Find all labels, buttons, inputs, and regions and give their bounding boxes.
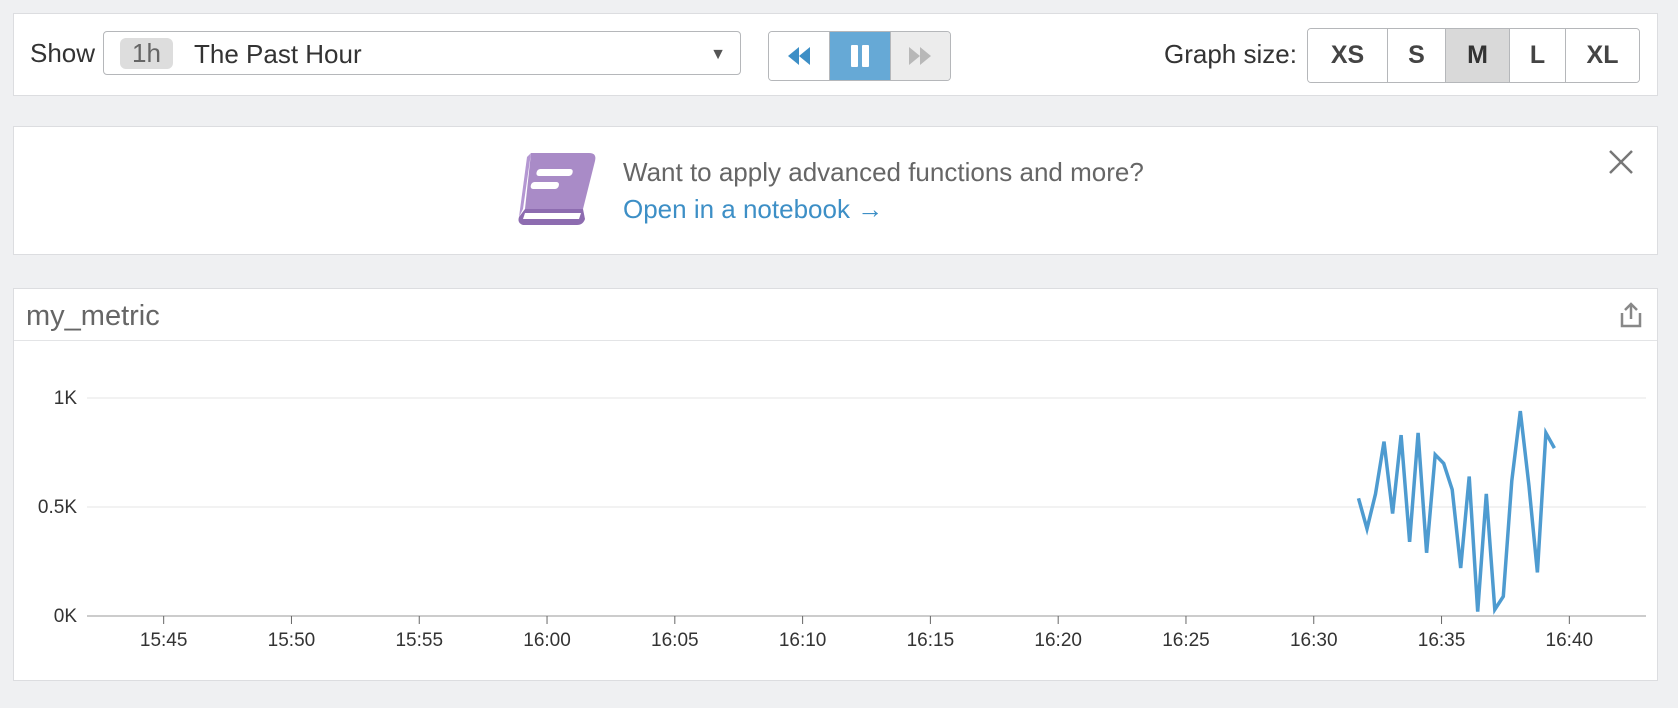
- timeframe-badge: 1h: [120, 38, 173, 69]
- x-tick-label: 16:05: [651, 630, 699, 651]
- graph-size-label: Graph size:: [1164, 39, 1297, 69]
- graph-size-xl-button[interactable]: XL: [1565, 29, 1639, 82]
- double-chevron-left-icon: [788, 47, 811, 65]
- close-icon[interactable]: [1606, 147, 1636, 177]
- x-tick-label: 15:55: [395, 630, 443, 651]
- x-tick-label: 16:20: [1034, 630, 1082, 651]
- open-notebook-link[interactable]: Open in a notebook →: [623, 194, 883, 225]
- y-tick-label: 1K: [54, 388, 78, 409]
- x-tick-label: 15:50: [268, 630, 316, 651]
- metric-graph-panel: my_metric 1K 0.5K 0K 15:45 15:50 15:55 16:00 16…: [13, 288, 1658, 681]
- playback-controls: [768, 31, 951, 81]
- caret-down-icon: ▼: [710, 46, 726, 63]
- graph-size-s-button[interactable]: S: [1387, 29, 1445, 82]
- y-tick-label: 0.5K: [38, 497, 77, 518]
- notebook-banner: Want to apply advanced functions and mor…: [13, 126, 1658, 255]
- x-tick-label: 16:30: [1290, 630, 1338, 651]
- fast-forward-button[interactable]: [889, 32, 950, 80]
- timeframe-selector[interactable]: 1h The Past Hour ▼: [103, 31, 741, 75]
- x-tick-label: 16:35: [1418, 630, 1466, 651]
- line-chart[interactable]: 1K 0.5K 0K 15:45 15:50 15:55 16:00 16:05 16:10 16…: [14, 289, 1659, 682]
- rewind-button[interactable]: [769, 32, 830, 80]
- timeframe-toolbar: Show 1h The Past Hour ▼ Graph size: XS S…: [13, 13, 1658, 96]
- graph-size-xs-button[interactable]: XS: [1308, 29, 1387, 82]
- series-line: [1356, 410, 1556, 615]
- x-tick-label: 16:00: [523, 630, 571, 651]
- x-tick-label: 15:45: [140, 630, 188, 651]
- pause-button[interactable]: [829, 32, 890, 80]
- pause-icon: [851, 45, 869, 67]
- x-tick-label: 16:15: [907, 630, 955, 651]
- graph-size-selector: XS S M L XL: [1307, 28, 1640, 83]
- x-tick-label: 16:10: [779, 630, 827, 651]
- notebook-book-icon: [518, 153, 596, 225]
- x-tick-label: 16:40: [1546, 630, 1594, 651]
- x-tick-label: 16:25: [1162, 630, 1210, 651]
- show-label: Show: [30, 38, 96, 68]
- banner-message: Want to apply advanced functions and mor…: [623, 157, 1144, 187]
- graph-size-m-button[interactable]: M: [1445, 29, 1509, 82]
- graph-size-l-button[interactable]: L: [1509, 29, 1565, 82]
- timeframe-label: The Past Hour: [194, 39, 362, 69]
- double-chevron-right-icon: [909, 47, 932, 65]
- y-tick-label: 0K: [54, 606, 78, 627]
